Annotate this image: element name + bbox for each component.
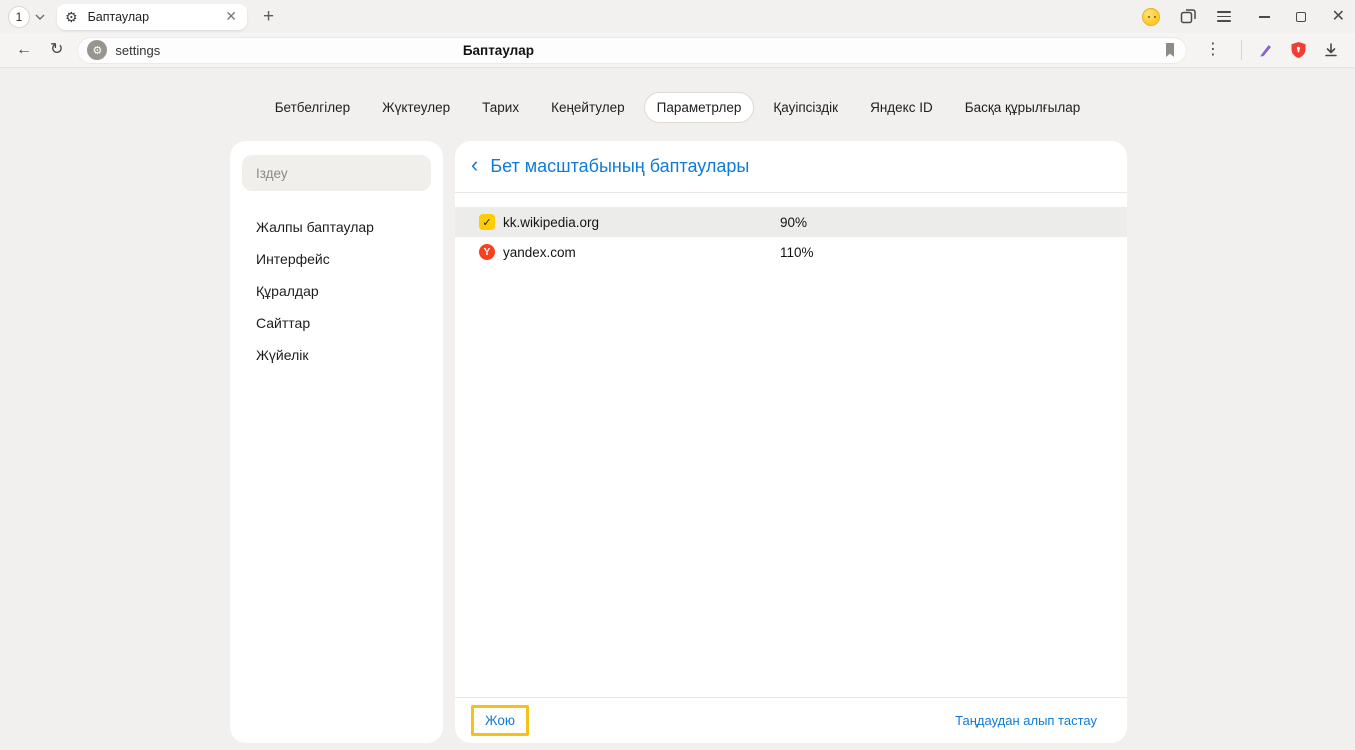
nav-tab-yandex-id[interactable]: Яндекс ID [857, 92, 946, 123]
nav-tab-bookmarks[interactable]: Бетбелгілер [262, 92, 363, 123]
gear-icon: ⚙ [65, 10, 78, 24]
nav-tab-extensions[interactable]: Кеңейтулер [538, 92, 638, 123]
window-maximize-icon[interactable] [1296, 12, 1306, 22]
panel-title: Бет масштабының баптаулары [490, 156, 749, 177]
tab-title: Баптаулар [88, 10, 224, 24]
panel-footer: Жою Таңдаудан алып тастау [455, 697, 1127, 743]
sidebar-item-general[interactable]: Жалпы баптаулар [242, 211, 431, 243]
protect-shield-icon[interactable] [1290, 41, 1307, 59]
bookmark-icon[interactable] [1163, 42, 1177, 58]
sidebar-item-tools[interactable]: Құралдар [242, 275, 431, 307]
sidebar-list: Жалпы баптаулар Интерфейс Құралдар Сайтт… [242, 211, 431, 371]
menu-icon[interactable] [1217, 11, 1231, 22]
panel-header: ‹ Бет масштабының баптаулары [455, 141, 1127, 193]
search-input[interactable] [242, 155, 431, 191]
tabs-panel-icon[interactable] [1180, 8, 1197, 25]
zoom-row-wikipedia[interactable]: ✓ kk.wikipedia.org 90% [455, 207, 1127, 237]
checkbox-checked-icon[interactable]: ✓ [479, 214, 495, 230]
zoom-site-list: ✓ kk.wikipedia.org 90% Y yandex.com 110% [455, 193, 1127, 697]
nav-tab-other-devices[interactable]: Басқа құрылғылар [952, 92, 1094, 123]
sidebar-item-interface[interactable]: Интерфейс [242, 243, 431, 275]
address-bar[interactable]: ⚙ settings Баптаулар [77, 37, 1187, 64]
site-name: kk.wikipedia.org [503, 215, 780, 230]
settings-sidebar: Жалпы баптаулар Интерфейс Құралдар Сайтт… [230, 141, 443, 743]
url-text[interactable]: settings [115, 43, 160, 58]
nav-tab-downloads[interactable]: Жүктеулер [369, 92, 463, 123]
new-tab-button[interactable]: + [259, 7, 278, 26]
rewards-icon[interactable] [1142, 8, 1160, 26]
nav-tab-security[interactable]: Қауіпсіздік [760, 92, 851, 123]
more-options-icon[interactable]: ⋮ [1201, 42, 1225, 58]
tab-strip: 1 ⚙ Баптаулар ✕ + ✕ [0, 0, 1355, 33]
nav-tab-history[interactable]: Тарих [469, 92, 532, 123]
browser-toolbar: ← ↻ ⚙ settings Баптаулар ⋮ [0, 33, 1355, 68]
site-zoom-value: 110% [780, 245, 814, 260]
site-zoom-value: 90% [780, 215, 807, 230]
tab-counter-badge[interactable]: 1 [8, 6, 30, 28]
site-name: yandex.com [503, 245, 780, 260]
nav-tab-settings[interactable]: Параметрлер [644, 92, 755, 123]
zoom-row-yandex[interactable]: Y yandex.com 110% [455, 237, 1127, 267]
toolbar-divider [1241, 40, 1242, 60]
back-icon[interactable]: ← [12, 42, 36, 58]
window-minimize-icon[interactable] [1259, 16, 1270, 18]
deselect-link[interactable]: Таңдаудан алып тастау [955, 713, 1097, 728]
yandex-favicon-icon[interactable]: Y [479, 244, 495, 260]
sidebar-item-system[interactable]: Жүйелік [242, 339, 431, 371]
window-close-icon[interactable]: ✕ [1332, 9, 1345, 25]
page-zoom-panel: ‹ Бет масштабының баптаулары ✓ kk.wikipe… [455, 141, 1127, 743]
back-chevron-icon[interactable]: ‹ [469, 154, 480, 179]
downloads-icon[interactable] [1323, 42, 1339, 58]
reload-icon[interactable]: ↻ [46, 42, 67, 58]
annotation-highlight-box: Жою [471, 705, 529, 736]
delete-button[interactable]: Жою [475, 709, 525, 732]
tab-close-icon[interactable]: ✕ [223, 8, 239, 25]
page-heading: Баптаулар [463, 43, 534, 58]
settings-page: Бетбелгілер Жүктеулер Тарих Кеңейтулер П… [0, 68, 1355, 750]
browser-tab-settings[interactable]: ⚙ Баптаулар ✕ [57, 4, 247, 30]
settings-nav: Бетбелгілер Жүктеулер Тарих Кеңейтулер П… [0, 92, 1355, 123]
settings-favicon-icon: ⚙ [87, 40, 107, 60]
chevron-down-icon[interactable] [35, 14, 45, 20]
sidebar-item-sites[interactable]: Сайттар [242, 307, 431, 339]
pen-editor-icon[interactable] [1258, 42, 1274, 58]
